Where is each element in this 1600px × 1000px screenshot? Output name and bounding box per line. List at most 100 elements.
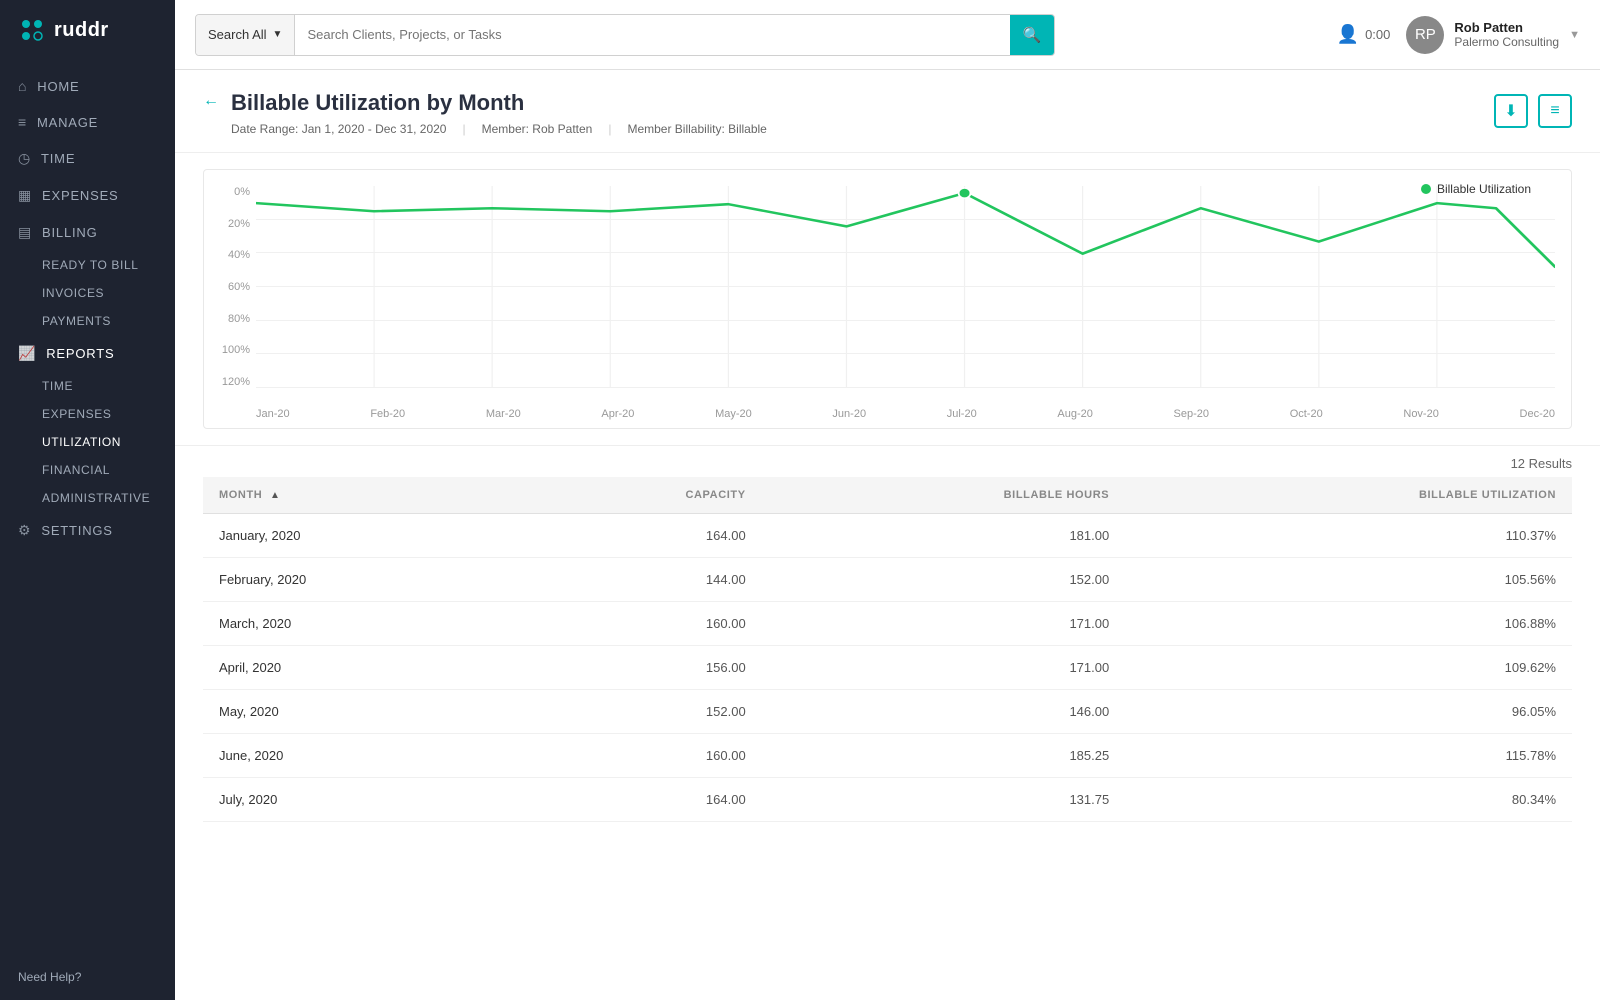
cell-month: April, 2020 <box>203 646 518 690</box>
sidebar-item-utilization[interactable]: UTILIZATION <box>42 428 175 456</box>
sidebar-item-administrative[interactable]: ADMINISTRATIVE <box>42 484 175 512</box>
y-label-0: 0% <box>234 186 250 198</box>
search-type-dropdown[interactable]: Search All ▼ <box>196 15 295 55</box>
col-capacity[interactable]: CAPACITY <box>518 477 762 514</box>
sidebar-item-time-report[interactable]: TIME <box>42 372 175 400</box>
expenses-icon: ▦ <box>18 187 32 204</box>
nav-menu: ⌂ HOME ≡ MANAGE ◷ TIME ▦ EXPENSES ▤ BILL… <box>0 60 175 954</box>
sidebar-item-manage[interactable]: ≡ MANAGE <box>0 104 175 140</box>
header-info: Billable Utilization by Month Date Range… <box>231 90 1482 136</box>
cell-month: January, 2020 <box>203 514 518 558</box>
sidebar-item-settings[interactable]: ⚙ SETTINGS <box>0 512 175 549</box>
user-menu[interactable]: RP Rob Patten Palermo Consulting ▼ <box>1406 16 1580 54</box>
sidebar-item-label: BILLING <box>42 225 97 240</box>
table-row: February, 2020 144.00 152.00 105.56% <box>203 558 1572 602</box>
dropdown-arrow-icon: ▼ <box>273 29 283 40</box>
col-billable-utilization-label: BILLABLE UTILIZATION <box>1419 489 1556 501</box>
table-row: March, 2020 160.00 171.00 106.88% <box>203 602 1572 646</box>
cell-capacity: 160.00 <box>518 734 762 778</box>
content-inner: ← Billable Utilization by Month Date Ran… <box>175 70 1600 1000</box>
avatar: RP <box>1406 16 1444 54</box>
x-label-mar: Mar-20 <box>486 408 521 420</box>
logo[interactable]: ruddr <box>0 0 175 60</box>
col-billable-utilization[interactable]: BILLABLE UTILIZATION <box>1125 477 1572 514</box>
sidebar-item-billing[interactable]: ▤ BILLING <box>0 214 175 251</box>
sidebar-item-home[interactable]: ⌂ HOME <box>0 68 175 104</box>
col-billable-hours[interactable]: BILLABLE HOURS <box>762 477 1126 514</box>
sidebar-item-time[interactable]: ◷ TIME <box>0 140 175 177</box>
reports-submenu: TIME EXPENSES UTILIZATION FINANCIAL ADMI… <box>0 372 175 512</box>
x-label-apr: Apr-20 <box>601 408 634 420</box>
download-button[interactable]: ⬇ <box>1494 94 1528 128</box>
topbar: Search All ▼ 🔍 👤 0:00 RP Rob Patten Pale… <box>175 0 1600 70</box>
col-month[interactable]: MONTH ▲ <box>203 477 518 514</box>
cell-capacity: 152.00 <box>518 690 762 734</box>
table-section: 12 Results MONTH ▲ CAPACITY <box>175 446 1600 846</box>
table-row: January, 2020 164.00 181.00 110.37% <box>203 514 1572 558</box>
table-row: May, 2020 152.00 146.00 96.05% <box>203 690 1572 734</box>
back-button[interactable]: ← <box>203 92 219 110</box>
cell-capacity: 164.00 <box>518 778 762 822</box>
cell-billable-utilization: 105.56% <box>1125 558 1572 602</box>
sidebar-item-invoices[interactable]: INVOICES <box>42 279 175 307</box>
content-area: ← Billable Utilization by Month Date Ran… <box>175 70 1600 1000</box>
home-icon: ⌂ <box>18 78 27 94</box>
y-label-120: 120% <box>222 376 250 388</box>
cell-month: March, 2020 <box>203 602 518 646</box>
y-label-40: 40% <box>228 249 250 261</box>
help-link[interactable]: Need Help? <box>0 954 175 1000</box>
sidebar-item-expenses[interactable]: ▦ EXPENSES <box>0 177 175 214</box>
ruddr-logo-icon <box>18 16 46 44</box>
member-info: Member: Rob Patten <box>482 122 593 136</box>
page-meta: Date Range: Jan 1, 2020 - Dec 31, 2020 |… <box>231 122 1482 136</box>
cell-billable-utilization: 96.05% <box>1125 690 1572 734</box>
topbar-right: 👤 0:00 RP Rob Patten Palermo Consulting … <box>1337 16 1580 54</box>
sidebar-item-label: REPORTS <box>46 346 114 361</box>
cell-billable-utilization: 80.34% <box>1125 778 1572 822</box>
x-label-jan: Jan-20 <box>256 408 290 420</box>
page-header: ← Billable Utilization by Month Date Ran… <box>175 70 1600 153</box>
sort-icon: ▲ <box>270 490 281 501</box>
menu-button[interactable]: ≡ <box>1538 94 1572 128</box>
x-label-jun: Jun-20 <box>832 408 866 420</box>
search-type-label: Search All <box>208 27 267 42</box>
reports-icon: 📈 <box>18 345 36 362</box>
cell-billable-utilization: 115.78% <box>1125 734 1572 778</box>
y-axis: 120% 100% 80% 60% 40% 20% 0% <box>204 186 256 388</box>
sidebar-item-reports[interactable]: 📈 REPORTS <box>0 335 175 372</box>
x-label-nov: Nov-20 <box>1403 408 1438 420</box>
search-bar: Search All ▼ 🔍 <box>195 14 1055 56</box>
col-capacity-label: CAPACITY <box>685 489 745 501</box>
menu-icon: ≡ <box>1550 102 1559 120</box>
timer-button[interactable]: 👤 0:00 <box>1337 24 1391 45</box>
time-icon: ◷ <box>18 150 31 167</box>
data-table: MONTH ▲ CAPACITY BILLABLE HOURS BILLABLE… <box>203 477 1572 822</box>
sidebar-item-label: MANAGE <box>37 115 98 130</box>
search-button[interactable]: 🔍 <box>1010 15 1054 55</box>
timer-value: 0:00 <box>1365 27 1390 42</box>
main-wrapper: Search All ▼ 🔍 👤 0:00 RP Rob Patten Pale… <box>175 0 1600 1000</box>
search-input[interactable] <box>295 15 1010 55</box>
member-billability: Member Billability: Billable <box>627 122 766 136</box>
page-title: Billable Utilization by Month <box>231 90 1482 116</box>
col-billable-hours-label: BILLABLE HOURS <box>1004 489 1110 501</box>
chart-section: Billable Utilization 120% 100% 80% 60% 4… <box>175 153 1600 446</box>
x-label-dec: Dec-20 <box>1520 408 1555 420</box>
chart-svg <box>256 186 1555 388</box>
col-month-label: MONTH <box>219 489 262 501</box>
cell-billable-utilization: 109.62% <box>1125 646 1572 690</box>
cell-month: June, 2020 <box>203 734 518 778</box>
meta-divider-2: | <box>608 122 611 136</box>
y-label-20: 20% <box>228 218 250 230</box>
results-count: 12 Results <box>203 446 1572 477</box>
user-name: Rob Patten <box>1454 20 1559 35</box>
settings-icon: ⚙ <box>18 522 31 539</box>
sidebar-item-expenses-report[interactable]: EXPENSES <box>42 400 175 428</box>
sidebar-item-ready-to-bill[interactable]: READY TO BILL <box>42 251 175 279</box>
sidebar-item-label: TIME <box>41 151 75 166</box>
sidebar-item-payments[interactable]: PAYMENTS <box>42 307 175 335</box>
sidebar-item-financial[interactable]: FINANCIAL <box>42 456 175 484</box>
cell-billable-utilization: 106.88% <box>1125 602 1572 646</box>
download-icon: ⬇ <box>1504 101 1517 121</box>
x-axis: Jan-20 Feb-20 Mar-20 Apr-20 May-20 Jun-2… <box>256 408 1555 420</box>
